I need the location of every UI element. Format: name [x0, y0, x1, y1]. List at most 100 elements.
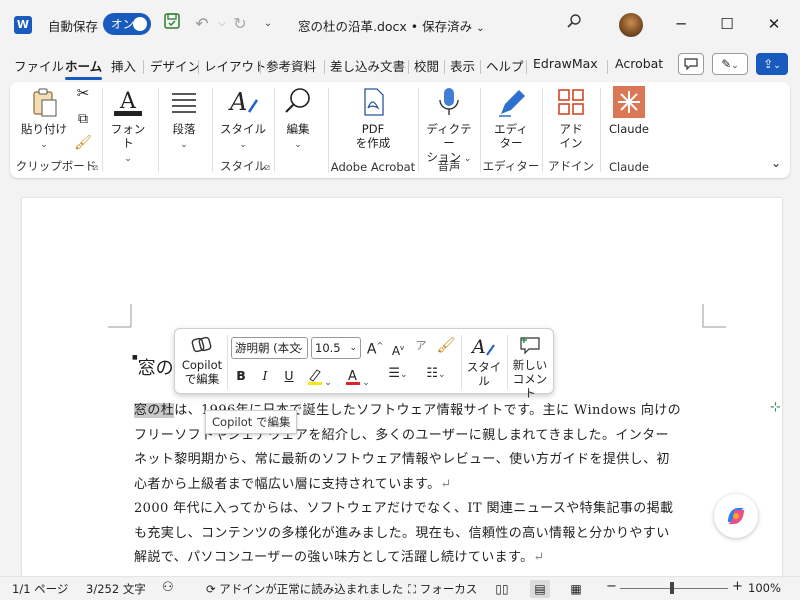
- comment-margin-icon[interactable]: ⊹: [770, 400, 781, 415]
- format-painter-icon[interactable]: 🖌: [72, 136, 94, 150]
- tab-separator: [260, 60, 261, 74]
- tab-edrawmax[interactable]: EdrawMax: [533, 56, 598, 71]
- dialog-launcher-icon[interactable]: ⧄: [92, 163, 98, 173]
- styles-label: スタイル: [466, 360, 502, 388]
- font-name-select[interactable]: 游明朝 (本文 ⌄: [231, 337, 308, 359]
- print-layout-icon[interactable]: ▤: [530, 580, 550, 598]
- autosave-label: 自動保存: [48, 19, 99, 34]
- bullets-button[interactable]: ☰⌄: [381, 367, 415, 382]
- customize-toolbar-icon[interactable]: ⌄: [257, 12, 279, 36]
- grow-font-icon[interactable]: A^: [365, 339, 385, 357]
- page-count[interactable]: 1/1 ページ: [12, 581, 68, 597]
- bold-button[interactable]: B: [233, 369, 249, 383]
- editor-button[interactable]: エディ ター: [488, 86, 534, 150]
- tab-separator: [480, 60, 481, 74]
- editing-button[interactable]: 編集 ⌄: [276, 86, 320, 152]
- tab-file[interactable]: ファイル: [14, 56, 64, 75]
- user-avatar[interactable]: [619, 13, 643, 37]
- tab-help[interactable]: ヘルプ: [486, 56, 524, 75]
- tab-design[interactable]: デザイン: [150, 56, 200, 75]
- paragraph-button[interactable]: 段落 ⌄: [162, 86, 206, 152]
- close-icon[interactable]: ✕: [754, 10, 794, 38]
- tab-insert[interactable]: 挿入: [111, 56, 136, 75]
- styles-button[interactable]: A スタイル: [463, 335, 505, 388]
- paragraph-mark: ↵: [533, 550, 545, 565]
- maximize-icon[interactable]: ☐: [707, 10, 747, 38]
- styles-button[interactable]: A スタイル ⌄: [220, 86, 266, 152]
- copy-icon[interactable]: ⧉: [72, 112, 94, 126]
- mini-toolbar: Copilot で編集 游明朝 (本文 ⌄ 10.5 ⌄ A^ Av ア 🖌 B I …: [174, 328, 554, 400]
- tab-view[interactable]: 表示: [450, 56, 475, 75]
- cut-icon[interactable]: ✂: [72, 86, 94, 101]
- text-line: 2000 年代に入ってからは、ソフトウェアだけでなく、IT 関連ニュースや特集記…: [134, 501, 674, 516]
- font-size-select[interactable]: 10.5 ⌄: [311, 337, 361, 359]
- document-heading[interactable]: ■窓の: [132, 354, 174, 380]
- ribbon-expand-chevron-icon[interactable]: ⌄: [768, 156, 784, 170]
- share-button[interactable]: ⇪⌄: [756, 53, 788, 75]
- autosave-toggle[interactable]: オン: [103, 13, 151, 35]
- addins-button[interactable]: アド イン: [548, 86, 594, 150]
- zoom-slider-thumb[interactable]: [670, 582, 674, 594]
- share-icon: ⇪: [763, 57, 774, 71]
- minimize-icon[interactable]: ─: [661, 10, 701, 38]
- tab-acrobat[interactable]: Acrobat: [615, 56, 663, 71]
- editing-mode-button[interactable]: ✎⌄: [712, 53, 748, 75]
- highlight-color-button[interactable]: ⌄: [303, 367, 335, 390]
- clipboard-group-label: クリップボード: [15, 159, 97, 173]
- document-title[interactable]: 窓の杜の沿革.docx • 保存済み ⌄: [298, 16, 485, 35]
- numbered-list-icon: ☷: [426, 366, 439, 381]
- selected-text[interactable]: 窓の杜: [134, 403, 175, 418]
- underline-button[interactable]: U: [281, 369, 297, 383]
- chevron-down-icon: ⌄: [731, 61, 739, 71]
- create-pdf-button[interactable]: PDF を作成: [348, 86, 398, 150]
- new-comment-button[interactable]: 新しい コメント: [509, 335, 551, 400]
- font-button[interactable]: A フォント ⌄: [106, 86, 150, 166]
- comments-icon[interactable]: [678, 53, 704, 75]
- zoom-level[interactable]: 100%: [748, 581, 781, 595]
- zoom-in-button[interactable]: +: [732, 579, 743, 594]
- copilot-edit-icon: [191, 336, 212, 353]
- web-layout-icon[interactable]: ▦: [566, 580, 586, 598]
- phonetic-guide-icon[interactable]: ア: [411, 339, 431, 353]
- font-color-button[interactable]: A ⌄: [341, 367, 373, 390]
- ribbon: 貼り付け ⌄ ✂ ⧉ 🖌 クリップボード ⧄ A フォント ⌄ 段落 ⌄ A スタイル…: [10, 82, 790, 178]
- dialog-launcher-icon[interactable]: ⧄: [264, 163, 270, 173]
- undo-icon[interactable]: ↶: [191, 12, 213, 36]
- save-icon[interactable]: [161, 12, 183, 36]
- read-mode-icon[interactable]: ▯▯: [492, 580, 512, 598]
- acrobat-group-label: Adobe Acrobat: [330, 160, 416, 174]
- search-icon[interactable]: [563, 12, 585, 36]
- tab-home[interactable]: ホーム: [65, 56, 103, 80]
- addin-status[interactable]: ⟳ アドインが正常に読み込まれました: [206, 581, 403, 597]
- zoom-slider[interactable]: [620, 588, 728, 589]
- tab-review[interactable]: 校閲: [414, 56, 439, 75]
- accessibility-icon[interactable]: ⚇: [162, 580, 174, 595]
- tab-layout[interactable]: レイアウト: [204, 56, 267, 75]
- dictate-button[interactable]: ディクテー ション ⌄: [426, 86, 472, 166]
- shrink-font-icon[interactable]: Av: [388, 341, 408, 358]
- focus-button[interactable]: ⛶ フォーカス: [408, 581, 477, 597]
- redo-icon[interactable]: ↻: [229, 12, 251, 36]
- numbering-button[interactable]: ☷⌄: [419, 367, 453, 382]
- word-count[interactable]: 3/252 文字: [86, 581, 146, 597]
- heading-text: 窓の: [137, 358, 174, 379]
- editor-group: エディ ター エディター: [480, 82, 542, 178]
- chevron-down-icon: ⌄: [239, 140, 247, 150]
- copilot-edit-label-1: Copilot: [181, 358, 223, 372]
- svg-text:A: A: [471, 336, 486, 357]
- crop-mark: [108, 304, 132, 328]
- new-comment-label-2: コメント: [512, 372, 548, 400]
- voice-group: ディクテー ション ⌄ 音声: [418, 82, 480, 178]
- tab-references[interactable]: 参考資料: [266, 56, 316, 75]
- toolbar-divider: [507, 335, 508, 389]
- tab-mailings[interactable]: 差し込み文書: [330, 56, 405, 75]
- zoom-out-button[interactable]: −: [606, 579, 617, 594]
- paragraph-icon: [172, 93, 196, 113]
- crop-mark: [702, 304, 726, 328]
- format-painter-icon[interactable]: 🖌: [435, 338, 457, 353]
- copilot-button[interactable]: [714, 494, 758, 538]
- claude-button[interactable]: Claude: [604, 86, 654, 136]
- italic-button[interactable]: I: [257, 369, 273, 383]
- paste-button[interactable]: 貼り付け ⌄: [20, 86, 68, 152]
- copilot-edit-button[interactable]: Copilot で編集: [179, 335, 225, 386]
